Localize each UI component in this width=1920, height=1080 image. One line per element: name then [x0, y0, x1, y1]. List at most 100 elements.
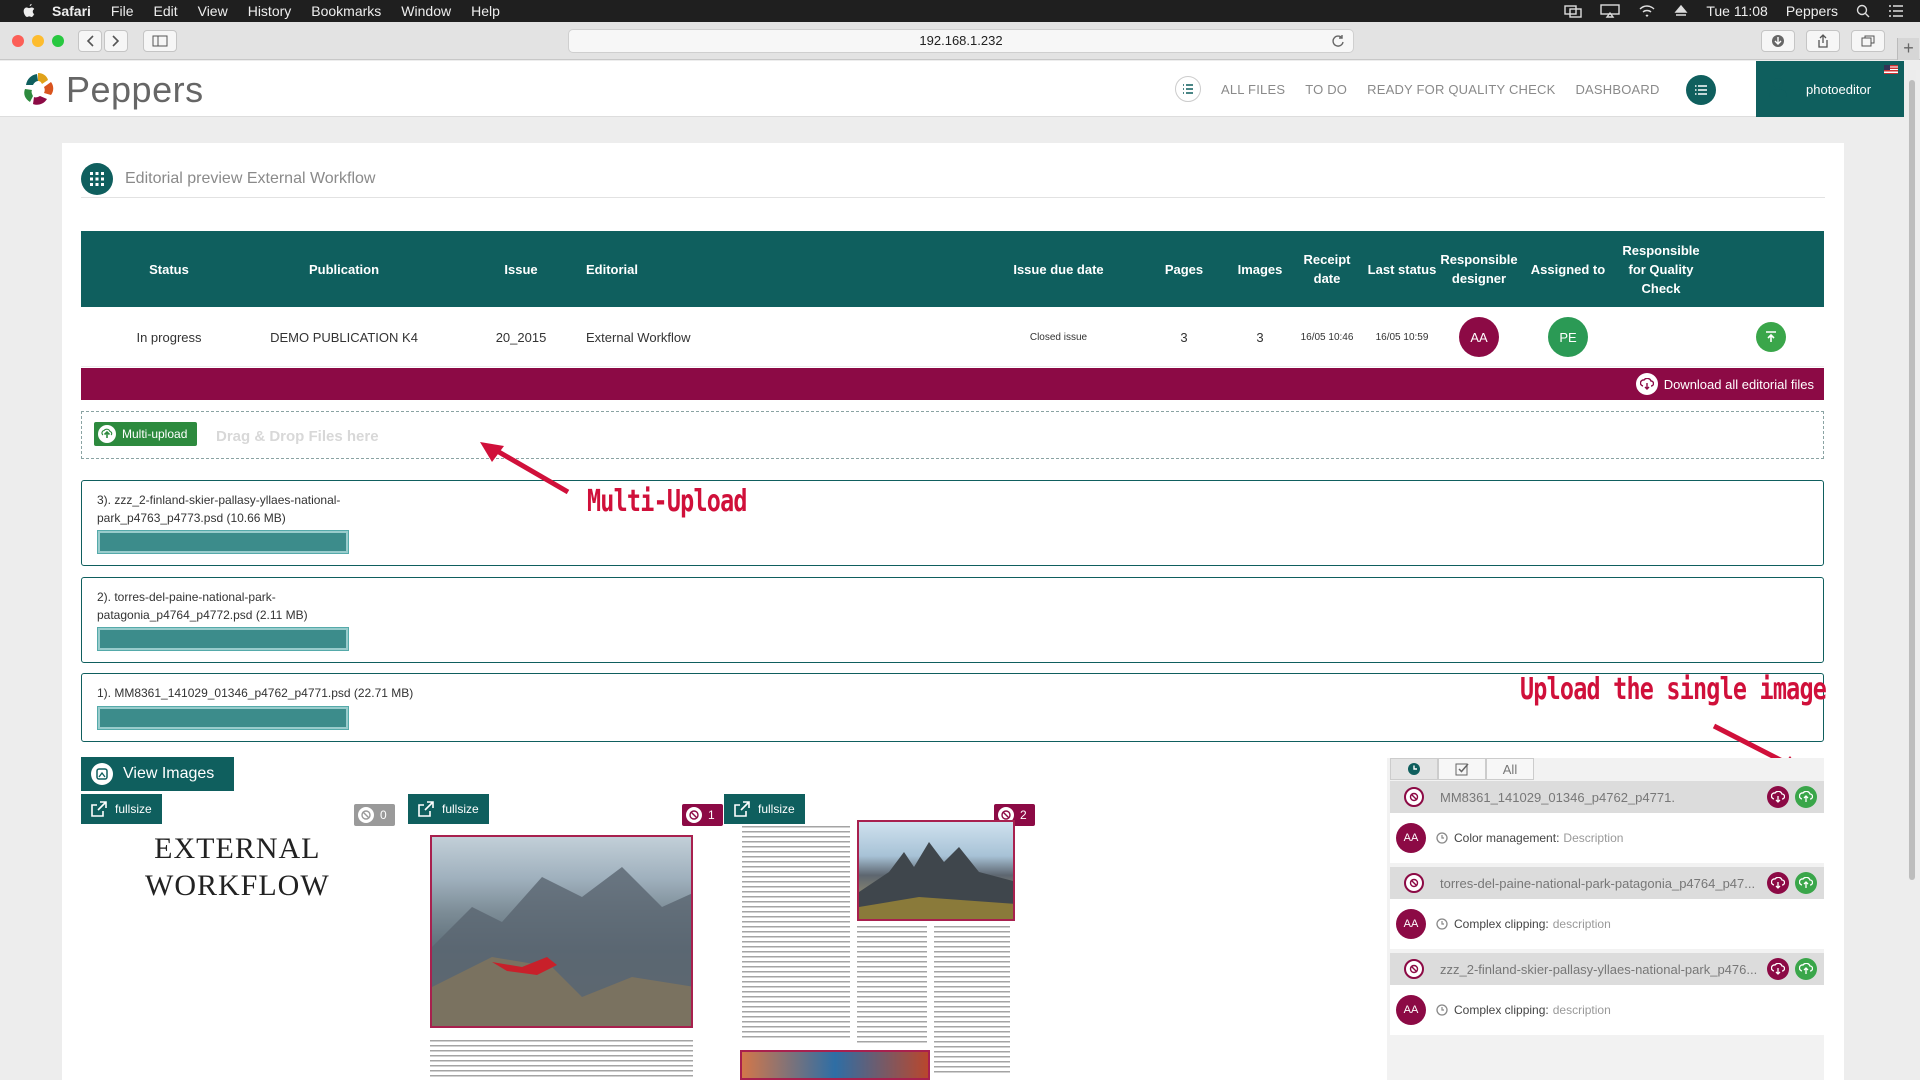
eject-icon[interactable] — [1674, 4, 1688, 18]
upload-filename: 3). zzz_2-finland-skier-pallasy-yllaes-n… — [97, 491, 377, 527]
grid-icon[interactable] — [81, 162, 113, 195]
back-button[interactable] — [78, 30, 102, 52]
task-description: description — [1552, 1003, 1611, 1017]
upload-progress-bar — [98, 531, 348, 553]
fullsize-button[interactable]: fullsize — [724, 794, 805, 824]
col-publication[interactable]: Publication — [259, 231, 429, 307]
sidebar-toggle-button[interactable] — [143, 30, 177, 52]
download-all-button[interactable]: Download all editorial files — [81, 368, 1824, 400]
menu-help[interactable]: Help — [471, 3, 500, 19]
tab-all[interactable]: All — [1486, 758, 1534, 780]
image-count-badge[interactable]: 1 — [682, 804, 723, 826]
page-preview-1[interactable]: EXTERNAL WORKFLOW — [145, 830, 330, 904]
minimize-window-button[interactable] — [32, 35, 44, 47]
task-filename: torres-del-paine-national-park-patagonia… — [1440, 875, 1756, 891]
avatar[interactable]: AA — [1459, 317, 1499, 357]
tab-done[interactable] — [1438, 758, 1486, 780]
col-receipt-date[interactable]: Receipt date — [1291, 231, 1363, 307]
us-flag-icon[interactable] — [1884, 65, 1898, 74]
menu-safari[interactable]: Safari — [52, 3, 91, 19]
task-item[interactable]: AA Complex clipping : description — [1390, 899, 1824, 949]
menu-window[interactable]: Window — [401, 3, 451, 19]
upload-item: 3). zzz_2-finland-skier-pallasy-yllaes-n… — [81, 480, 1824, 566]
new-tab-button[interactable]: + — [1897, 38, 1919, 60]
downloads-button[interactable] — [1761, 30, 1795, 52]
chevron-left-icon — [86, 35, 94, 47]
col-status[interactable]: Status — [121, 231, 217, 307]
col-responsible-designer[interactable]: Responsible designer — [1429, 231, 1529, 307]
nav-to-do[interactable]: TO DO — [1305, 82, 1347, 97]
airplay-icon[interactable] — [1600, 4, 1621, 18]
forward-button[interactable] — [104, 30, 128, 52]
share-button[interactable] — [1806, 30, 1840, 52]
menu-bookmarks[interactable]: Bookmarks — [311, 3, 381, 19]
menu-edit[interactable]: Edit — [153, 3, 177, 19]
tab-in-progress[interactable] — [1390, 758, 1438, 780]
close-window-button[interactable] — [12, 35, 24, 47]
col-responsible-qc[interactable]: Responsible for Quality Check — [1611, 231, 1711, 307]
fullsize-button[interactable]: fullsize — [408, 794, 489, 824]
drop-zone[interactable]: Multi-upload Drag & Drop Files here — [81, 411, 1824, 459]
notification-center-icon[interactable] — [1888, 4, 1904, 18]
spotlight-icon[interactable] — [1856, 4, 1870, 18]
image-count-badge[interactable]: 0 — [354, 804, 395, 826]
page-image-torres[interactable] — [857, 820, 1015, 921]
menu-history[interactable]: History — [248, 3, 292, 19]
page-image-mountain[interactable] — [430, 835, 693, 1028]
fullsize-button[interactable]: fullsize — [81, 794, 162, 824]
avatar[interactable]: AA — [1396, 823, 1426, 853]
upload-single-image-button[interactable] — [1795, 958, 1817, 980]
no-image-icon — [1404, 873, 1424, 893]
task-item[interactable]: AA Color management : Description — [1390, 813, 1824, 863]
task-file-header: torres-del-paine-national-park-patagonia… — [1390, 867, 1824, 899]
menubar-user[interactable]: Peppers — [1786, 3, 1838, 19]
table-row[interactable]: In progress DEMO PUBLICATION K4 20_2015 … — [81, 307, 1824, 367]
avatar[interactable]: AA — [1396, 909, 1426, 939]
download-image-button[interactable] — [1767, 786, 1789, 808]
nav-ready-for-quality-check[interactable]: READY FOR QUALITY CHECK — [1367, 82, 1555, 97]
view-images-button[interactable]: View Images — [81, 757, 234, 791]
screens-icon[interactable] — [1564, 4, 1583, 18]
col-assigned-to[interactable]: Assigned to — [1525, 231, 1611, 307]
task-item[interactable]: AA Complex clipping : description — [1390, 985, 1824, 1035]
upload-single-image-button[interactable] — [1795, 786, 1817, 808]
avatar[interactable]: AA — [1396, 995, 1426, 1025]
page-image-skier[interactable] — [740, 1050, 930, 1080]
user-menu[interactable]: photoeditor — [1756, 61, 1904, 117]
tabs-overview-button[interactable] — [1851, 30, 1885, 52]
menubar-clock[interactable]: Tue 11:08 — [1706, 3, 1768, 19]
upload-cloud-icon — [1799, 791, 1813, 802]
download-image-button[interactable] — [1767, 958, 1789, 980]
col-pages[interactable]: Pages — [1141, 231, 1227, 307]
task-list-button[interactable] — [1686, 75, 1716, 105]
menu-list-button[interactable] — [1175, 76, 1201, 102]
wifi-icon[interactable] — [1638, 4, 1656, 18]
external-link-icon — [418, 801, 434, 817]
avatar[interactable]: PE — [1548, 317, 1588, 357]
page-body-text — [742, 826, 850, 1040]
col-responsible-designer-line1: Responsible — [1440, 252, 1518, 267]
sidebar-icon — [152, 35, 168, 47]
upload-button[interactable] — [1756, 322, 1786, 352]
address-bar[interactable]: 192.168.1.232 — [568, 29, 1354, 53]
multi-upload-button[interactable]: Multi-upload — [94, 422, 198, 446]
reload-icon[interactable] — [1331, 34, 1345, 48]
upload-single-image-button[interactable] — [1795, 872, 1817, 894]
peppers-logo[interactable]: Peppers — [18, 69, 204, 111]
nav-dashboard[interactable]: DASHBOARD — [1575, 82, 1659, 97]
annotation-multi-upload: Multi-Upload — [587, 484, 747, 519]
scrollbar-thumb[interactable] — [1909, 80, 1915, 880]
upload-filename-line1: 3). zzz_2-finland-skier-pallasy-yllaes-n… — [97, 493, 341, 507]
zoom-window-button[interactable] — [52, 35, 64, 47]
task-file-header: MM8361_141029_01346_p4762_p4771. — [1390, 781, 1824, 813]
col-editorial[interactable]: Editorial — [586, 231, 736, 307]
download-image-button[interactable] — [1767, 872, 1789, 894]
task-filename: zzz_2-finland-skier-pallasy-yllaes-natio… — [1440, 961, 1758, 977]
col-issue[interactable]: Issue — [461, 231, 581, 307]
menu-view[interactable]: View — [198, 3, 228, 19]
nav-all-files[interactable]: ALL FILES — [1221, 82, 1285, 97]
apple-icon[interactable] — [20, 3, 38, 19]
col-issue-due-date[interactable]: Issue due date — [981, 231, 1136, 307]
menu-file[interactable]: File — [111, 3, 134, 19]
page-scrollbar[interactable] — [1908, 70, 1916, 880]
